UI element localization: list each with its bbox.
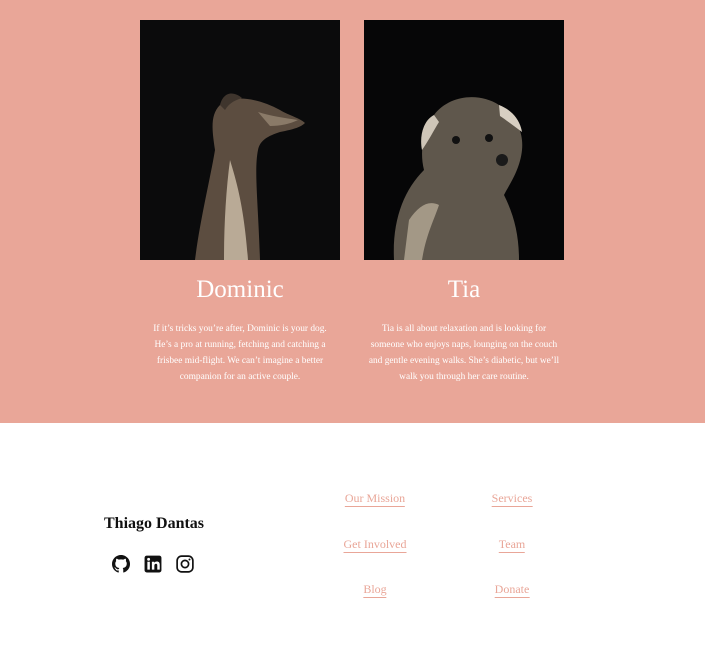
site-footer: Thiago Dantas Our Mission Services Get I… [0, 423, 705, 662]
github-icon[interactable] [112, 555, 130, 573]
footer-link-team[interactable]: Team [498, 537, 526, 553]
pet-description: If it’s tricks you’re after, Dominic is … [153, 324, 327, 382]
pet-photo-dominic [140, 20, 340, 260]
social-links [112, 555, 194, 573]
pet-name: Dominic [196, 276, 284, 303]
footer-link-services[interactable]: Services [491, 491, 533, 507]
pet-card-dominic: Dominic If it’s tricks you’re after, Dom… [140, 20, 340, 385]
pet-photo-tia [364, 20, 564, 260]
pet-description: Tia is all about relaxation and is looki… [368, 324, 560, 382]
footer-link-our-mission[interactable]: Our Mission [344, 491, 406, 507]
pet-name: Tia [447, 276, 481, 303]
footer-link-blog[interactable]: Blog [363, 582, 387, 598]
linkedin-icon[interactable] [144, 555, 162, 573]
pets-section: Dominic If it’s tricks you’re after, Dom… [0, 0, 705, 423]
footer-brand: Thiago Dantas [104, 515, 205, 532]
footer-link-get-involved[interactable]: Get Involved [343, 537, 407, 553]
pet-card-tia: Tia Tia is all about relaxation and is l… [364, 20, 564, 385]
footer-link-donate[interactable]: Donate [494, 582, 530, 598]
instagram-icon[interactable] [176, 555, 194, 573]
